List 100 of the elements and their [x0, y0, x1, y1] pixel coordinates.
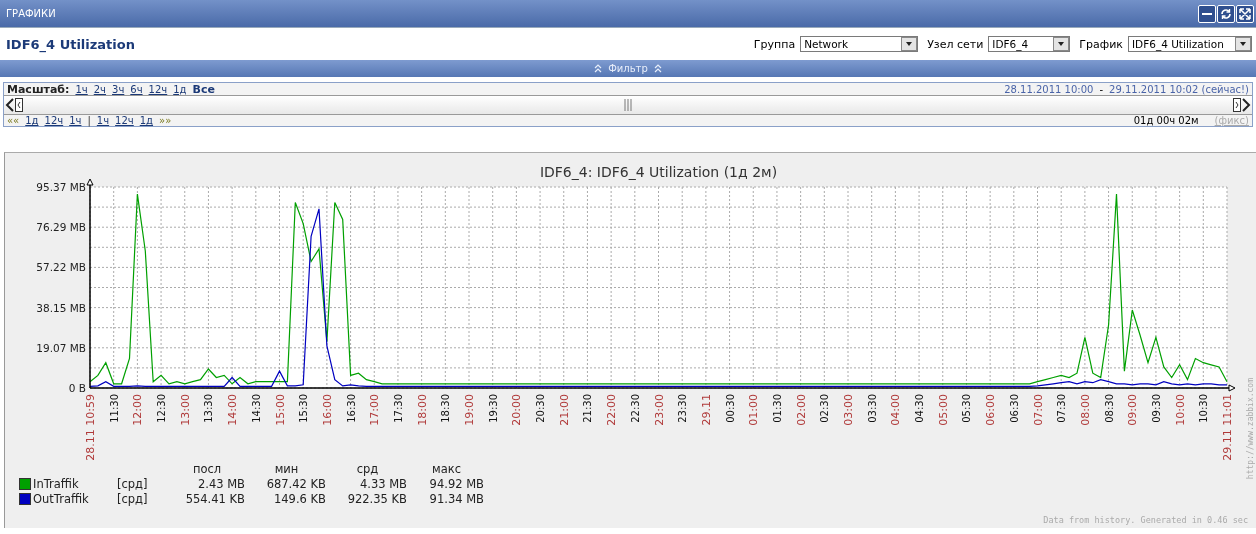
- x-tick-label: 16:00: [320, 394, 334, 426]
- zoom-link[interactable]: 1ч: [75, 83, 88, 95]
- x-tick-label: 11:30: [108, 394, 120, 423]
- forward-link[interactable]: »»: [159, 115, 172, 126]
- x-tick-label: 04:00: [889, 394, 903, 426]
- x-tick-label: 02:30: [819, 394, 831, 423]
- x-tick-label: 15:00: [273, 394, 287, 426]
- legend-function: [срд]: [117, 477, 149, 491]
- period-end: 29.11.2011 10:02 (сейчас!): [1109, 83, 1249, 95]
- x-tick-label: 19:30: [487, 394, 499, 423]
- grip-icon: [624, 99, 632, 111]
- legend-value: 554.41 KB: [184, 492, 245, 506]
- x-tick-label: 23:00: [652, 394, 666, 426]
- legend-series-name: InTraffik: [33, 477, 80, 491]
- x-tick-label: 09:30: [1150, 394, 1162, 423]
- x-tick-label: 14:00: [226, 394, 240, 426]
- slider-handle-icon: [1233, 95, 1241, 115]
- fullscreen-button[interactable]: [1236, 4, 1254, 23]
- period-start: 28.11.2011 10:00: [1004, 83, 1094, 95]
- legend-value: 922.35 KB: [346, 492, 407, 506]
- step-back-link[interactable]: 1д: [25, 115, 39, 126]
- x-tick-label: 09:00: [1126, 394, 1140, 426]
- x-tick-label: 04:30: [914, 394, 926, 423]
- zoom-link[interactable]: 12ч: [148, 83, 168, 95]
- step-forward-link[interactable]: 1д: [139, 115, 154, 126]
- chart-title: IDF6_4: IDF6_4 Utilization (1д 2м): [539, 164, 778, 180]
- legend-value: 4.33 MB: [358, 477, 407, 491]
- x-tick-label: 06:00: [984, 394, 998, 426]
- x-tick-label: 10:00: [1173, 394, 1187, 426]
- x-tick-label: 12:00: [131, 394, 145, 426]
- minimize-button[interactable]: [1198, 4, 1216, 23]
- x-tick-label: 22:00: [605, 394, 619, 426]
- x-tick-label: 08:30: [1103, 394, 1115, 423]
- step-back-link[interactable]: 1ч: [69, 115, 82, 126]
- zoom-link[interactable]: 1д: [173, 83, 187, 95]
- y-tick-label: 57.22 MB: [36, 261, 86, 274]
- y-tick-label: 76.29 MB: [36, 221, 86, 234]
- x-tick-label: 15:30: [298, 394, 310, 423]
- generation-note: Data from history. Generated in 0.46 sec: [1043, 515, 1248, 525]
- x-tick-label: 23:30: [677, 394, 689, 423]
- zoom-link[interactable]: 6ч: [130, 83, 143, 95]
- slider-handle-icon: [15, 95, 23, 115]
- x-tick-label: 17:00: [368, 394, 382, 426]
- period-length: 01д 00ч 02м: [1133, 115, 1199, 126]
- fullscreen-icon: [1239, 7, 1251, 20]
- legend-column-header: макс: [431, 462, 462, 476]
- x-tick-label: 13:30: [203, 394, 215, 423]
- x-tick-label: 19:00: [463, 394, 476, 426]
- x-tick-label: 05:30: [961, 394, 973, 423]
- x-tick-label: 18:00: [415, 394, 429, 426]
- legend-value: 94.92 MB: [428, 477, 484, 491]
- x-tick-label: 14:30: [250, 394, 262, 423]
- filter-select[interactable]: Network: [800, 36, 919, 52]
- x-tick-label: 20:30: [535, 394, 547, 423]
- step-back-link[interactable]: 12ч: [44, 115, 64, 126]
- legend-value: 91.34 MB: [428, 492, 484, 506]
- x-tick-label: 01:30: [771, 394, 783, 423]
- refresh-icon: [1220, 7, 1232, 20]
- filter-label: Узел сети: [927, 37, 984, 51]
- legend-value: 2.43 MB: [196, 477, 245, 491]
- x-tick-label: 01:00: [747, 394, 761, 426]
- x-tick-label: 06:30: [1008, 394, 1020, 423]
- y-tick-label: 0 B: [68, 382, 86, 394]
- x-tick-label: 29.11: [699, 394, 713, 426]
- zoom-link[interactable]: Все: [192, 82, 215, 96]
- x-tick-label: 03:00: [842, 394, 855, 426]
- zoom-link[interactable]: 3ч: [112, 83, 125, 95]
- filter-select[interactable]: IDF6_4: [988, 36, 1071, 52]
- x-tick-label: 21:30: [582, 394, 594, 423]
- step-forward-link[interactable]: 12ч: [115, 115, 134, 126]
- x-tick-label: 28.11 10:59: [84, 394, 97, 461]
- x-tick-label: 05:00: [936, 394, 950, 426]
- x-tick-label: 08:00: [1078, 394, 1092, 426]
- window-title: ГРАФИКИ: [6, 8, 56, 19]
- filter-select[interactable]: IDF6_4 Utilization: [1128, 36, 1252, 52]
- x-tick-label: 21:00: [557, 394, 571, 426]
- x-tick-label: 10:30: [1198, 394, 1210, 423]
- step-forward-link[interactable]: 1ч: [96, 115, 110, 126]
- x-tick-label: 18:30: [440, 394, 452, 423]
- filter-label: Группа: [753, 37, 796, 51]
- x-tick-label: 13:00: [178, 394, 192, 426]
- refresh-button[interactable]: [1217, 4, 1235, 23]
- period-separator: -: [1099, 83, 1104, 95]
- y-tick-label: 19.07 MB: [36, 341, 86, 354]
- nav-divider: |: [87, 115, 91, 126]
- legend-column-header: мин: [273, 462, 300, 476]
- legend-column-header: посл: [191, 462, 223, 476]
- chevron-up-icon: [594, 64, 603, 73]
- y-tick-label: 38.15 MB: [36, 301, 86, 314]
- chevron-up-icon: [653, 64, 662, 73]
- x-tick-label: 07:00: [1031, 394, 1045, 426]
- x-tick-label: 29.11 11:01: [1221, 394, 1234, 461]
- legend-value: 149.6 KB: [273, 492, 326, 506]
- legend-series-name: OutTraffik: [33, 492, 90, 506]
- x-tick-label: 00:30: [724, 394, 736, 423]
- legend-column-header: срд: [355, 462, 380, 476]
- x-tick-label: 02:00: [794, 394, 808, 426]
- legend-value: 687.42 KB: [265, 477, 326, 491]
- zoom-link[interactable]: 2ч: [93, 83, 106, 95]
- back-link[interactable]: ««: [7, 115, 20, 126]
